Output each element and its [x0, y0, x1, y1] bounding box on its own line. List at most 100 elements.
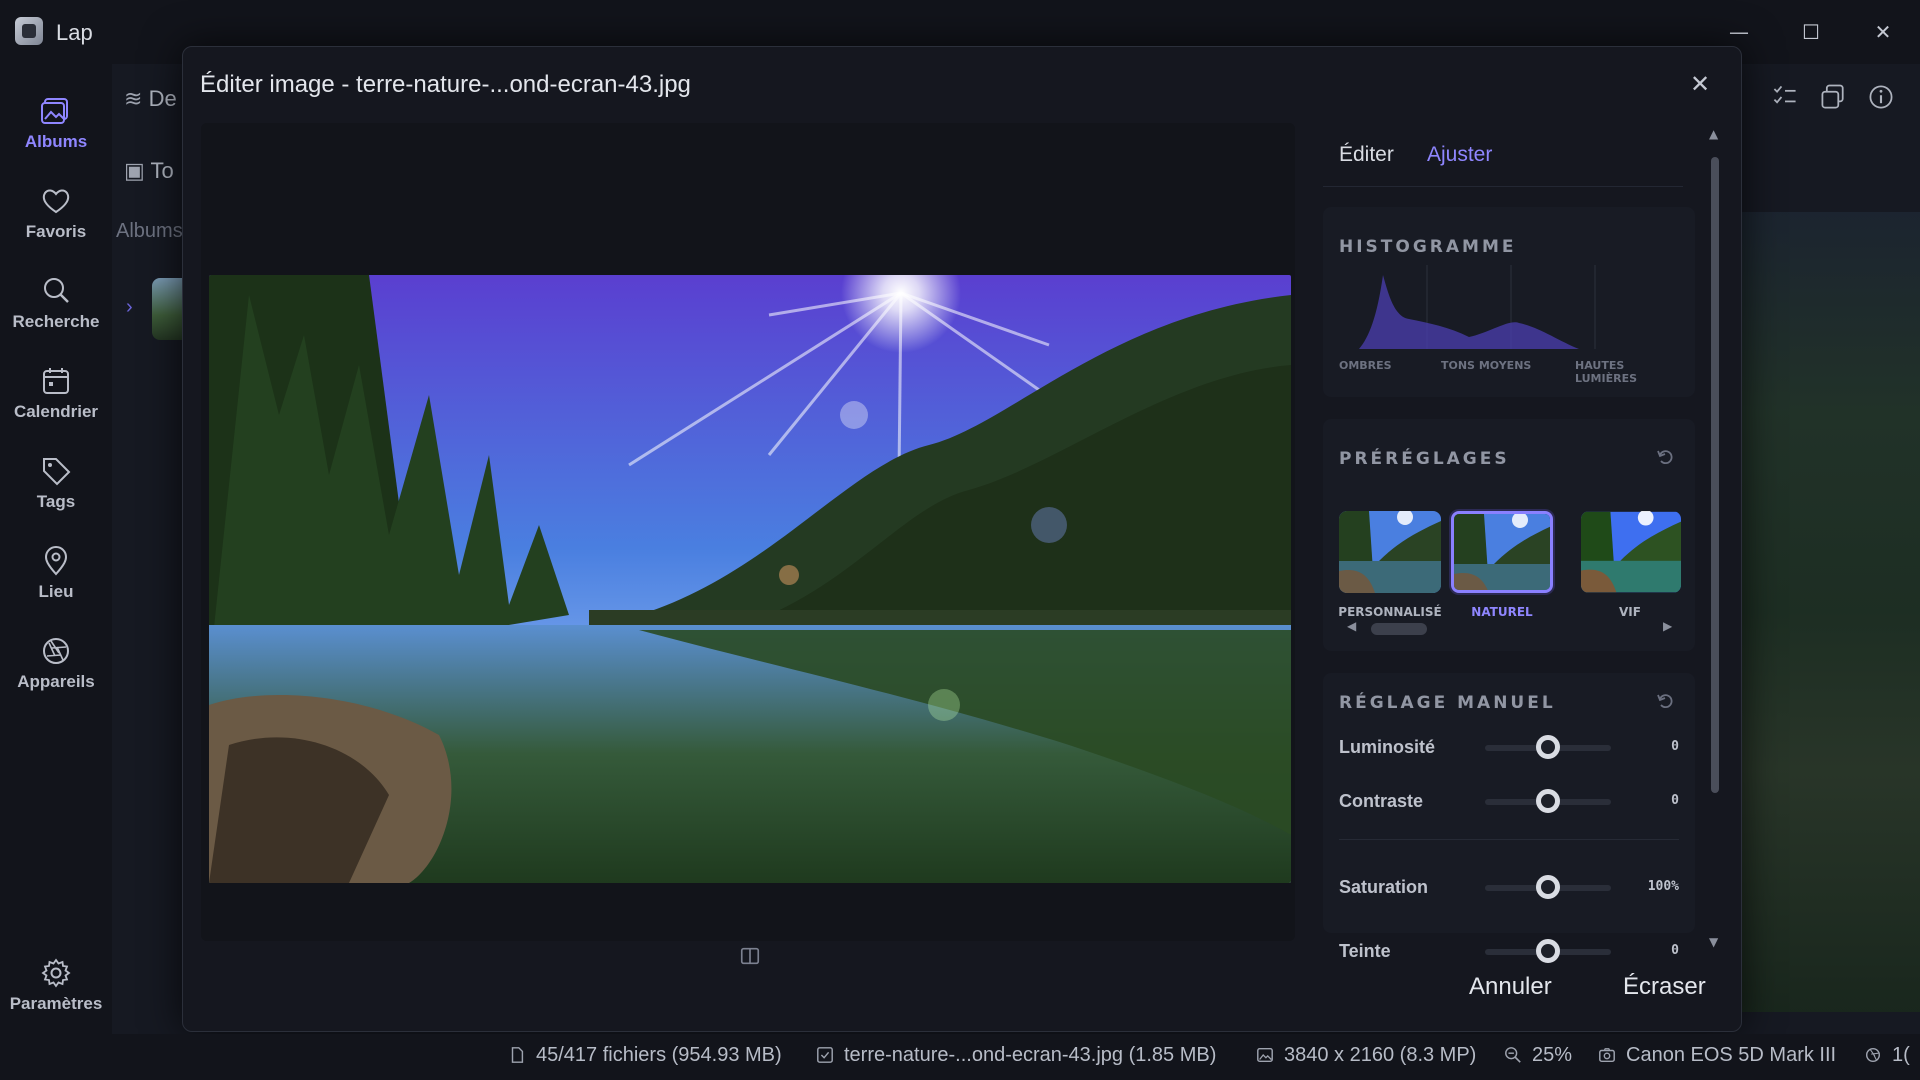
slider-label: Teinte — [1339, 941, 1391, 961]
chevron-right-icon[interactable]: › — [126, 296, 133, 319]
gear-icon — [39, 956, 73, 990]
slider-knob[interactable] — [1536, 939, 1560, 963]
status-current-file: terre-nature-...ond-ecran-43.jpg (1.85 M… — [816, 1044, 1216, 1067]
histogram-axis-labels: OMBRES TONS MOYENS HAUTES LUMIÈRES — [1339, 359, 1679, 385]
sidebar-item-albums[interactable]: Albums — [0, 94, 112, 174]
preset-label-personnalise: PERSONNALISÉ — [1338, 605, 1442, 619]
scroll-up-arrow[interactable]: ▲ — [1709, 127, 1718, 141]
info-icon[interactable] — [1866, 82, 1900, 116]
sidebar-item-label: Paramètres — [9, 994, 103, 1013]
status-file-count: 45/417 fichiers (954.93 MB) — [508, 1044, 782, 1067]
histogram-label-midtones: TONS MOYENS — [1441, 359, 1532, 372]
tab-ajuster[interactable]: Ajuster — [1427, 143, 1492, 167]
panel-tabs: Éditer Ajuster — [1323, 123, 1683, 187]
sidebar-item-tags[interactable]: Tags — [0, 454, 112, 534]
slider-contraste[interactable]: Contraste 0 — [1339, 787, 1679, 817]
reset-presets-icon[interactable] — [1655, 447, 1675, 467]
sidebar-item-label: Albums — [24, 132, 88, 151]
cancel-button[interactable]: Annuler — [1469, 973, 1552, 1001]
scrollbar-thumb[interactable] — [1711, 157, 1719, 793]
sidebar-item-label: Tags — [36, 492, 76, 511]
image-icon — [1256, 1046, 1276, 1066]
presets-title: PRÉRÉGLAGES — [1339, 449, 1510, 469]
heart-icon — [39, 184, 73, 218]
slider-saturation[interactable]: Saturation 100% — [1339, 873, 1679, 903]
slider-label: Saturation — [1339, 877, 1429, 897]
select-icon[interactable] — [1770, 82, 1804, 116]
edit-image-dialog: Éditer image - terre-nature-...ond-ecran… — [182, 46, 1742, 1032]
manual-adjust-title: RÉGLAGE MANUEL — [1339, 693, 1556, 713]
sidebar-nav: Albums Favoris Recherche Calendrier Tags… — [0, 64, 112, 1080]
close-window-button[interactable]: ✕ — [1858, 14, 1908, 50]
status-bar: 45/417 fichiers (954.93 MB) terre-nature… — [0, 1034, 1920, 1080]
aperture-icon — [1864, 1046, 1884, 1066]
file-icon — [508, 1046, 528, 1066]
compare-split-icon[interactable] — [739, 945, 763, 969]
close-dialog-button[interactable]: ✕ — [1683, 67, 1717, 101]
scroll-left-arrow[interactable]: ◀ — [1347, 619, 1361, 633]
histogram-card: HISTOGRAMME OMBRES TONS MOYENS HAUTES LU… — [1323, 207, 1695, 397]
calendar-icon — [39, 364, 73, 398]
adjust-panel: Éditer Ajuster HISTOGRAMME OMBRES TONS M… — [1323, 123, 1703, 1003]
sidebar-item-parametres[interactable]: Paramètres — [0, 956, 112, 1036]
sidebar-item-label: Favoris — [25, 222, 87, 241]
slider-knob[interactable] — [1536, 735, 1560, 759]
tab-editer[interactable]: Éditer — [1339, 143, 1394, 167]
presets-card: PRÉRÉGLAGES PERSONNALISÉ NATUREL VIF ◀ ▶ — [1323, 419, 1695, 651]
presets-scroll-thumb[interactable] — [1371, 623, 1427, 635]
status-zoom[interactable]: 25% — [1504, 1044, 1572, 1067]
sidebar-item-favoris[interactable]: Favoris — [0, 184, 112, 264]
sidebar-item-label: Appareils — [17, 672, 95, 691]
image-canvas[interactable] — [201, 123, 1295, 941]
overwrite-button[interactable]: Écraser — [1623, 973, 1706, 1001]
sidebar-item-label: Calendrier — [13, 402, 99, 421]
histogram-label-shadows: OMBRES — [1339, 359, 1392, 372]
manual-adjust-card: RÉGLAGE MANUEL Luminosité 0 Contraste 0 … — [1323, 673, 1695, 933]
scroll-right-arrow[interactable]: ▶ — [1663, 619, 1677, 633]
slider-knob[interactable] — [1536, 875, 1560, 899]
copy-icon[interactable] — [1818, 82, 1852, 116]
dialog-title: Éditer image - terre-nature-...ond-ecran… — [200, 71, 691, 98]
preset-label-naturel: NATUREL — [1471, 605, 1533, 619]
photo-preview — [209, 275, 1291, 883]
camera-aperture-icon — [39, 634, 73, 668]
reset-manual-icon[interactable] — [1655, 691, 1675, 711]
status-dimensions: 3840 x 2160 (8.3 MP) — [1256, 1044, 1476, 1067]
slider-knob[interactable] — [1536, 789, 1560, 813]
slider-value: 0 — [1671, 943, 1679, 958]
status-camera: Canon EOS 5D Mark III — [1598, 1044, 1836, 1067]
bg-nav-item[interactable]: ▣ To — [124, 158, 174, 184]
maximize-button[interactable]: ☐ — [1786, 14, 1836, 50]
slider-label: Luminosité — [1339, 737, 1436, 757]
checkbox-icon — [816, 1046, 836, 1066]
sidebar-item-appareils[interactable]: Appareils — [0, 634, 112, 714]
slider-teinte[interactable]: Teinte 0 — [1339, 937, 1679, 967]
slider-value: 0 — [1671, 739, 1679, 754]
sidebar-item-calendrier[interactable]: Calendrier — [0, 364, 112, 444]
sidebar-item-recherche[interactable]: Recherche — [0, 274, 112, 354]
app-logo — [15, 17, 43, 45]
preset-thumbnail-naturel[interactable] — [1451, 511, 1553, 593]
slider-luminosite[interactable]: Luminosité 0 — [1339, 733, 1679, 763]
image-icon: ▣ — [124, 158, 145, 183]
preset-thumbnail-vif[interactable] — [1581, 511, 1681, 593]
sidebar-item-label: Lieu — [38, 582, 74, 601]
sidebar-item-label: Recherche — [12, 312, 100, 331]
location-pin-icon — [39, 544, 73, 578]
preset-label-vif: VIF — [1619, 605, 1641, 619]
scroll-down-arrow[interactable]: ▼ — [1709, 935, 1718, 949]
bg-nav-item[interactable]: ≋ De — [124, 86, 177, 112]
camera-icon — [1598, 1046, 1618, 1066]
sidebar-item-lieu[interactable]: Lieu — [0, 544, 112, 624]
slider-label: Contraste — [1339, 791, 1424, 811]
preset-thumbnail-personnalise[interactable] — [1339, 511, 1441, 593]
tag-icon — [39, 454, 73, 488]
bg-section-label: Albums — [116, 220, 183, 242]
minimize-button[interactable]: — — [1714, 14, 1764, 50]
panel-scrollbar[interactable]: ▲ ▼ — [1708, 127, 1722, 949]
histogram-title: HISTOGRAMME — [1339, 237, 1517, 257]
search-icon — [39, 274, 73, 308]
zoom-icon — [1504, 1046, 1524, 1066]
slider-value: 0 — [1671, 793, 1679, 808]
status-extra: 1( — [1864, 1044, 1910, 1067]
